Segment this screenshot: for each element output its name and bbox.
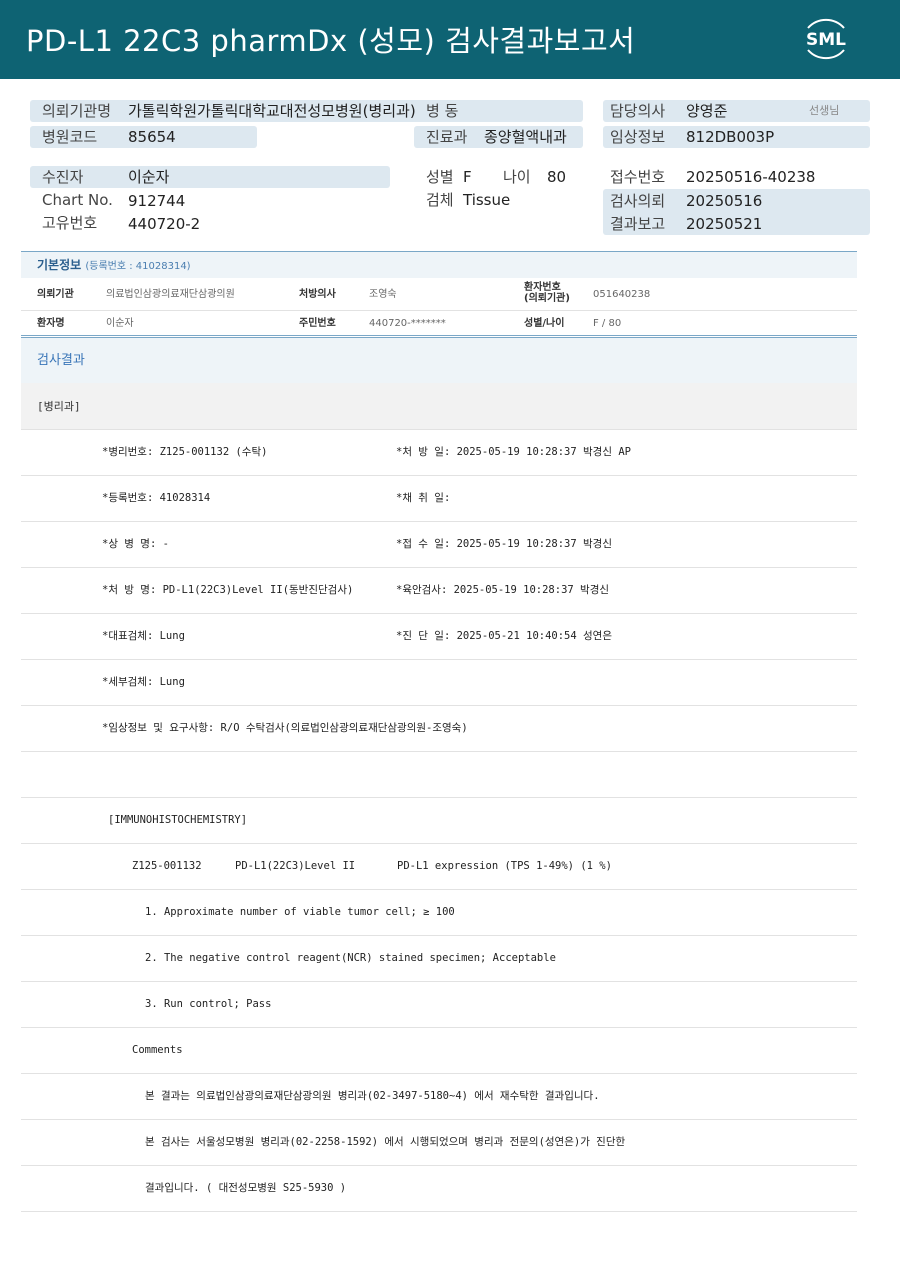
result-line: *세부검체: Lung: [21, 660, 857, 706]
doctor-suffix: 선생님: [809, 104, 840, 117]
result-line: *처 방 명: PD-L1(22C3)Level II(동반진단검사) *육안검…: [21, 568, 857, 614]
institution-key: 의뢰기관: [37, 289, 74, 300]
comment-text: 결과입니다. ( 대전성모병원 S25-5930 ): [145, 1182, 347, 1194]
comment-line: 본 결과는 의료법인삼광의료재단삼광의원 병리과(02-3497-5180~4)…: [21, 1074, 857, 1120]
registration-number: (등록번호 : 41028314): [85, 261, 191, 272]
result-right: *처 방 일: 2025-05-19 10:28:37 박경신 AP: [396, 446, 631, 458]
comments-label-line: Comments: [21, 1028, 857, 1074]
ihc-expression: PD-L1 expression (TPS 1-49%) (1 %): [397, 860, 612, 872]
report-header: PD-L1 22C3 pharmDx (성모) 검사결과보고서 SML: [0, 0, 900, 79]
result-left: *병리번호: Z125-001132 (수탁): [102, 446, 268, 458]
ihc-title: [IMMUNOHISTOCHEMISTRY]: [108, 814, 248, 826]
doctor-value: 양영준: [686, 102, 728, 120]
basic-info-section: 기본정보 (등록번호 : 41028314) 의뢰기관 의료법인삼광의료재단삼광…: [21, 251, 857, 336]
request-label: 검사의뢰: [610, 192, 666, 210]
patient-label: 수진자: [42, 168, 84, 186]
comment-line: 결과입니다. ( 대전성모병원 S25-5930 ): [21, 1166, 857, 1212]
pathology-section-label: [병리과]: [21, 383, 857, 430]
basic-info-row: 의뢰기관 의료법인삼광의료재단삼광의원 처방의사 조영숙 환자번호 (의뢰기관)…: [21, 278, 857, 311]
result-line: *임상정보 및 요구사항: R/O 수탁검사(의료법인삼광의료재단삼광의원-조영…: [21, 706, 857, 752]
patient-no-key-line2: (의뢰기관): [524, 293, 570, 304]
chart-label: Chart No.: [42, 191, 113, 209]
result-line: *병리번호: Z125-001132 (수탁) *처 방 일: 2025-05-…: [21, 430, 857, 476]
unique-label: 고유번호: [42, 214, 98, 232]
sex-label: 성별: [426, 168, 454, 186]
result-left: *등록번호: 41028314: [102, 492, 211, 504]
patient-name-key: 환자명: [37, 318, 65, 329]
patient-name-val: 이순자: [106, 318, 134, 329]
patient-no-key-line1: 환자번호: [524, 282, 561, 293]
ihc-item: 2. The negative control reagent(NCR) sta…: [145, 952, 556, 964]
ihc-title-line: [IMMUNOHISTOCHEMISTRY]: [21, 798, 857, 844]
institution-val: 의료법인삼광의료재단삼광의원: [106, 289, 235, 300]
ward-label: 병 동: [426, 102, 459, 120]
result-left: *상 병 명: -: [102, 538, 169, 550]
request-value: 20250516: [686, 192, 763, 210]
dept-label: 진료과: [426, 128, 468, 146]
dept-value: 종양혈액내과: [484, 128, 567, 146]
hospital-code-label: 병원코드: [42, 128, 98, 146]
result-line-empty: [21, 752, 857, 798]
receipt-label: 접수번호: [610, 168, 666, 186]
age-label: 나이: [503, 168, 531, 186]
ihc-item: 1. Approximate number of viable tumor ce…: [145, 906, 455, 918]
result-right: *진 단 일: 2025-05-21 10:40:54 성연은: [396, 630, 612, 642]
result-left: *처 방 명: PD-L1(22C3)Level II(동반진단검사): [102, 584, 354, 596]
results-title: 검사결과: [21, 337, 857, 383]
chart-value: 912744: [128, 192, 186, 210]
prescriber-val: 조영숙: [369, 289, 397, 300]
receipt-value: 20250516-40238: [686, 168, 816, 186]
institution-value: 가톨릭학원가톨릭대학교대전성모병원(병리과): [128, 102, 416, 120]
clinical-label: 임상정보: [610, 128, 666, 146]
report-label: 결과보고: [610, 215, 666, 233]
prescriber-key: 처방의사: [299, 289, 336, 300]
specimen-value: Tissue: [463, 191, 511, 209]
comment-text: 본 결과는 의료법인삼광의료재단삼광의원 병리과(02-3497-5180~4)…: [145, 1090, 600, 1102]
ihc-item-line: 2. The negative control reagent(NCR) sta…: [21, 936, 857, 982]
logo-text: SML: [806, 30, 846, 50]
sex-age-key: 성별/나이: [524, 318, 565, 329]
institution-label: 의뢰기관명: [42, 102, 112, 120]
ihc-result-line: Z125-001132 PD-L1(22C3)Level II PD-L1 ex…: [21, 844, 857, 890]
result-line: *등록번호: 41028314 *채 취 일:: [21, 476, 857, 522]
resident-no-key: 주민번호: [299, 318, 336, 329]
patient-bg: [30, 166, 390, 188]
patient-no-key: 환자번호 (의뢰기관): [524, 282, 570, 304]
result-left: *대표검체: Lung: [102, 630, 185, 642]
sml-logo: SML: [806, 18, 846, 60]
result-left: *세부검체: Lung: [102, 676, 185, 688]
clinical-value: 812DB003P: [686, 128, 775, 146]
unique-value: 440720-2: [128, 215, 201, 233]
ihc-item-line: 3. Run control; Pass: [21, 982, 857, 1028]
result-right: *접 수 일: 2025-05-19 10:28:37 박경신: [396, 538, 612, 550]
patient-no-val: 051640238: [593, 289, 651, 300]
ihc-item-line: 1. Approximate number of viable tumor ce…: [21, 890, 857, 936]
result-right: *육안검사: 2025-05-19 10:28:37 박경신: [396, 584, 610, 596]
age-value: 80: [547, 168, 567, 186]
comments-label: Comments: [132, 1044, 183, 1056]
report-value: 20250521: [686, 215, 763, 233]
ihc-item: 3. Run control; Pass: [145, 998, 272, 1010]
result-line: *대표검체: Lung *진 단 일: 2025-05-21 10:40:54 …: [21, 614, 857, 660]
basic-info-row: 환자명 이순자 주민번호 440720-******* 성별/나이 F / 80: [21, 311, 857, 336]
doctor-label: 담당의사: [610, 102, 666, 120]
patient-value: 이순자: [128, 168, 170, 186]
basic-info-title: 기본정보: [37, 258, 82, 272]
comment-line: 본 검사는 서울성모병원 병리과(02-2258-1592) 에서 시행되었으며…: [21, 1120, 857, 1166]
sex-value: F: [463, 168, 472, 186]
ihc-pathology-no: Z125-001132: [132, 860, 202, 872]
hospital-code-value: 85654: [128, 128, 176, 146]
result-left: *임상정보 및 요구사항: R/O 수탁검사(의료법인삼광의료재단삼광의원-조영…: [102, 722, 468, 734]
sex-age-val: F / 80: [593, 318, 622, 329]
result-line: *상 병 명: - *접 수 일: 2025-05-19 10:28:37 박경…: [21, 522, 857, 568]
report-title: PD-L1 22C3 pharmDx (성모) 검사결과보고서: [26, 24, 636, 58]
ihc-test-name: PD-L1(22C3)Level II: [235, 860, 356, 872]
specimen-label: 검체: [426, 191, 454, 209]
basic-info-header: 기본정보 (등록번호 : 41028314): [21, 251, 857, 278]
comment-text: 본 검사는 서울성모병원 병리과(02-2258-1592) 에서 시행되었으며…: [145, 1136, 626, 1148]
resident-no-val: 440720-*******: [369, 318, 446, 329]
result-right: *채 취 일:: [396, 492, 451, 504]
